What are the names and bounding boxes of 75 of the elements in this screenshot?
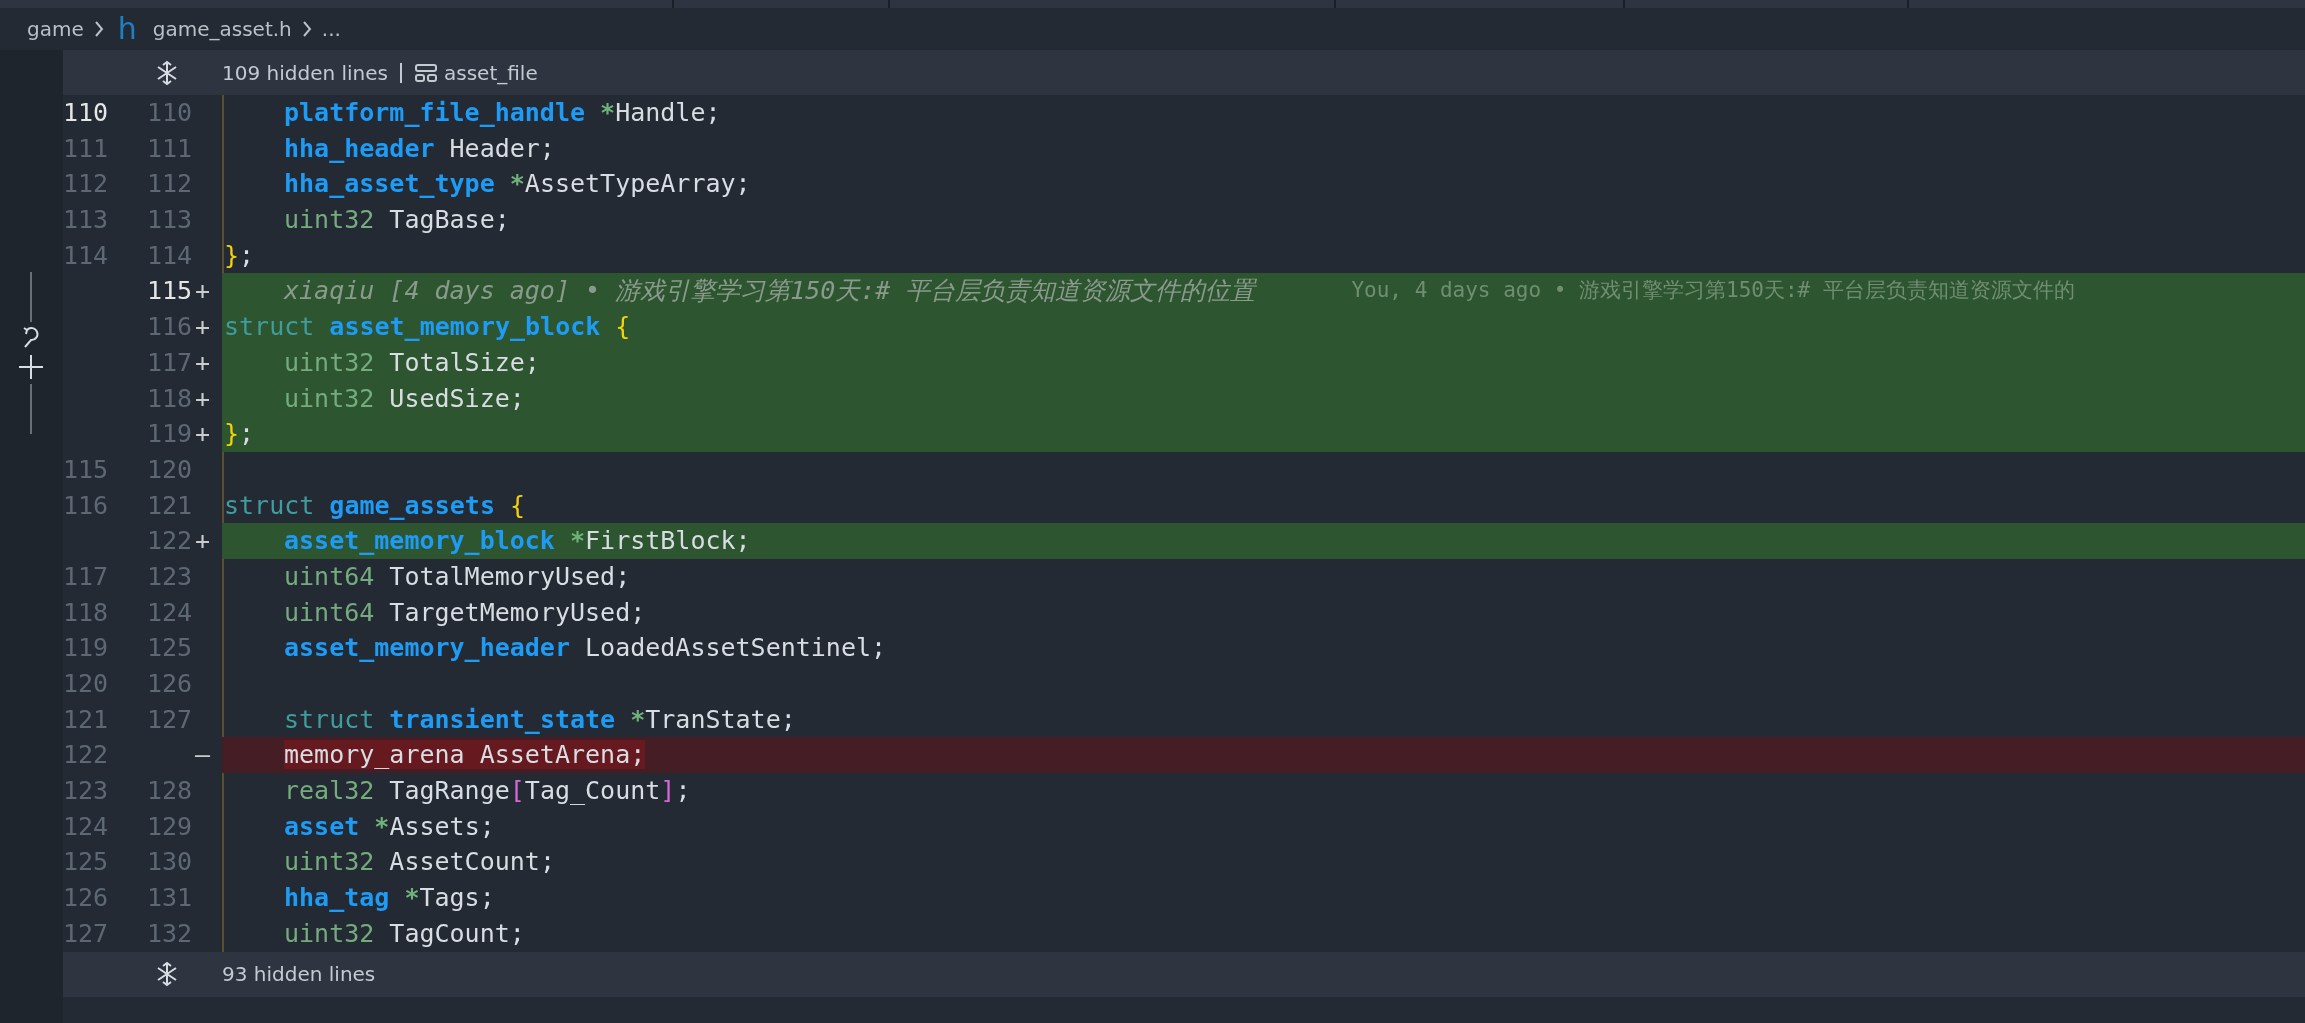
line-number: 129	[147, 811, 193, 841]
line-number: 127	[63, 918, 109, 948]
line-number: 132	[147, 918, 193, 948]
structure-icon	[414, 62, 438, 83]
breadcrumb-item[interactable]: game_asset.h	[152, 17, 292, 41]
line-number: 123	[147, 561, 193, 591]
diff-marker: +	[195, 276, 211, 306]
line-number: 115	[63, 454, 109, 484]
line-number: 121	[147, 490, 193, 520]
blame-annotation: You, 4 days ago • 游戏引擎学习第150天:# 平台层负责知道资源文件的	[1351, 277, 2075, 305]
line-number: 116	[147, 312, 193, 342]
code-line: real32 TagRange[Tag_Count];	[222, 773, 2305, 809]
diff-marker: +	[195, 419, 211, 449]
hidden-lines-label: 93 hidden lines	[222, 962, 376, 986]
chevron-right-icon	[301, 20, 312, 38]
code-line: platform_file_handle *Handle;	[222, 95, 2305, 131]
code-line: asset_memory_header LoadedAssetSentinel;	[222, 630, 2305, 666]
diff-marker: —	[195, 740, 211, 770]
line-number: 119	[63, 633, 109, 663]
line-number: 125	[147, 633, 193, 663]
line-number: 123	[63, 776, 109, 806]
line-number: 120	[63, 669, 109, 698]
plus-icon[interactable]	[18, 354, 44, 380]
line-number: 117	[147, 347, 193, 377]
line-number: 126	[63, 883, 109, 913]
line-number: 124	[147, 597, 193, 627]
symbol-label: asset_file	[444, 60, 538, 85]
breadcrumb-item[interactable]: game	[27, 17, 84, 41]
chevron-right-icon	[93, 20, 104, 38]
line-number: 127	[147, 704, 193, 734]
line-number: 122	[147, 526, 193, 556]
line-number: 120	[147, 454, 193, 484]
revert-icon[interactable]	[22, 326, 40, 350]
line-number: 111	[147, 133, 193, 163]
line-number: 113	[63, 205, 109, 235]
code-line: uint64 TotalMemoryUsed;	[222, 558, 2305, 595]
line-number: 122	[63, 740, 109, 770]
line-number: 110	[147, 98, 193, 127]
line-number: 126	[147, 669, 193, 698]
breadcrumb-item[interactable]: ...	[321, 17, 341, 41]
line-number: 112	[63, 169, 109, 199]
diff-marker: +	[195, 383, 211, 413]
line-number: 118	[147, 383, 193, 413]
line-number: 116	[63, 490, 109, 520]
line-number: 121	[63, 704, 109, 734]
code-line: asset *Assets;	[222, 808, 2305, 845]
file-type-icon: h	[117, 14, 137, 44]
line-number: 128	[147, 776, 193, 806]
line-number: 130	[147, 847, 193, 877]
line-number: 114	[63, 240, 109, 270]
code-line: hha_header Header;	[222, 130, 2305, 167]
hidden-lines-bar[interactable]: 109 hidden lines asset_file	[63, 50, 2305, 95]
line-number: 115	[147, 276, 193, 306]
code-line: uint64 TargetMemoryUsed;	[222, 594, 2305, 631]
line-number: 119	[147, 419, 193, 449]
code-line: hha_tag *Tags;	[222, 880, 2305, 916]
line-number: 131	[147, 883, 193, 913]
code-line: uint32 AssetCount;	[222, 844, 2305, 881]
line-number: 112	[147, 169, 193, 199]
diff-marker: +	[195, 312, 211, 342]
hidden-lines-bar[interactable]: 93 hidden lines	[63, 951, 2305, 997]
hidden-lines-label: 109 hidden lines	[222, 60, 388, 85]
diff-marker: +	[195, 347, 211, 377]
line-number: 114	[147, 240, 193, 270]
line-number: 125	[63, 847, 109, 877]
line-number: 110	[63, 98, 109, 127]
line-number: 117	[63, 561, 109, 591]
line-number: 111	[63, 133, 109, 163]
line-number: 118	[63, 597, 109, 627]
code-line: hha_asset_type *AssetTypeArray;	[222, 166, 2305, 203]
diff-marker: +	[195, 526, 211, 556]
line-number: 113	[147, 205, 193, 235]
inline-annotation: xiaqiu [4 days ago] • 游戏引擎学习第150天:# 平台层负责知道资源文件的位置	[282, 275, 1256, 308]
line-number: 124	[63, 811, 109, 841]
code-line: uint32 TagBase;	[222, 202, 2305, 238]
